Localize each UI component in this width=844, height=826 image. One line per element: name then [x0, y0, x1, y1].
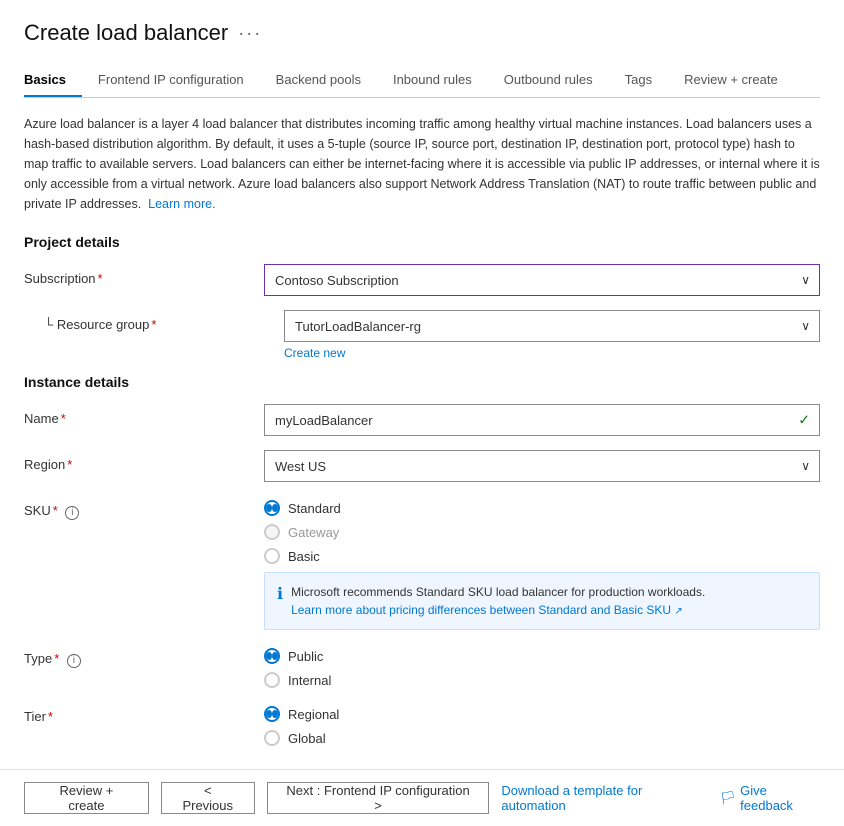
- resource-group-select[interactable]: TutorLoadBalancer-rg: [284, 310, 820, 342]
- page-title-dots: ···: [238, 23, 262, 44]
- tab-frontend-ip[interactable]: Frontend IP configuration: [82, 64, 260, 97]
- type-control: Public Internal: [264, 644, 820, 688]
- region-row: Region* West US: [24, 450, 820, 482]
- page-title-row: Create load balancer ···: [24, 20, 820, 46]
- sku-standard-option[interactable]: Standard: [264, 500, 820, 516]
- tier-row: Tier* Regional Global: [24, 702, 820, 746]
- tier-regional-option[interactable]: Regional: [264, 706, 820, 722]
- type-public-option[interactable]: Public: [264, 648, 820, 664]
- tab-bar: Basics Frontend IP configuration Backend…: [24, 64, 820, 98]
- tab-inbound-rules[interactable]: Inbound rules: [377, 64, 488, 97]
- type-public-radio[interactable]: [264, 648, 280, 664]
- give-feedback-link[interactable]: 🏳 Give feedback: [720, 783, 820, 813]
- create-new-link[interactable]: Create new: [284, 346, 345, 360]
- tier-global-radio[interactable]: [264, 730, 280, 746]
- tab-review-create[interactable]: Review + create: [668, 64, 794, 97]
- name-label: Name*: [24, 404, 264, 426]
- type-row: Type* i Public Internal: [24, 644, 820, 688]
- type-internal-radio[interactable]: [264, 672, 280, 688]
- name-control: ✓: [264, 404, 820, 436]
- sku-info-box: ℹ Microsoft recommends Standard SKU load…: [264, 572, 820, 630]
- sku-label: SKU* i: [24, 496, 264, 520]
- tier-global-option[interactable]: Global: [264, 730, 820, 746]
- type-internal-option[interactable]: Internal: [264, 672, 820, 688]
- sku-learn-more-link[interactable]: Learn more about pricing differences bet…: [291, 603, 683, 617]
- sku-standard-radio[interactable]: [264, 500, 280, 516]
- learn-more-link[interactable]: Learn more.: [148, 197, 215, 211]
- info-box-text: Microsoft recommends Standard SKU load b…: [291, 583, 705, 619]
- footer-links: Download a template for automation 🏳 Giv…: [501, 783, 820, 813]
- type-label: Type* i: [24, 644, 264, 668]
- sku-standard-label: Standard: [288, 501, 341, 516]
- tier-global-label: Global: [288, 731, 326, 746]
- tier-radio-group: Regional Global: [264, 702, 820, 746]
- resource-group-control: TutorLoadBalancer-rg Create new: [284, 310, 820, 360]
- region-control: West US: [264, 450, 820, 482]
- type-radio-group: Public Internal: [264, 644, 820, 688]
- info-box-icon: ℹ: [277, 584, 283, 604]
- sku-info-icon[interactable]: i: [65, 506, 79, 520]
- page-description: Azure load balancer is a layer 4 load ba…: [24, 114, 820, 214]
- sku-radio-group: Standard Gateway Basic: [264, 496, 820, 564]
- region-select-wrapper: West US: [264, 450, 820, 482]
- tab-tags[interactable]: Tags: [609, 64, 668, 97]
- review-create-button[interactable]: Review + create: [24, 782, 149, 814]
- sku-basic-radio[interactable]: [264, 548, 280, 564]
- type-public-label: Public: [288, 649, 323, 664]
- sku-gateway-option[interactable]: Gateway: [264, 524, 820, 540]
- page-title: Create load balancer: [24, 20, 228, 46]
- subscription-control: Contoso Subscription: [264, 264, 820, 296]
- resource-group-select-wrapper: TutorLoadBalancer-rg: [284, 310, 820, 342]
- type-internal-label: Internal: [288, 673, 331, 688]
- name-input[interactable]: [264, 404, 820, 436]
- region-label: Region*: [24, 450, 264, 472]
- sku-basic-option[interactable]: Basic: [264, 548, 820, 564]
- project-details-title: Project details: [24, 234, 820, 250]
- feedback-icon: 🏳: [720, 790, 737, 806]
- name-row: Name* ✓: [24, 404, 820, 436]
- subscription-label: Subscription*: [24, 264, 264, 286]
- footer: Review + create < Previous Next : Fronte…: [0, 769, 844, 826]
- main-content: Create load balancer ··· Basics Frontend…: [0, 0, 844, 769]
- type-info-icon[interactable]: i: [67, 654, 81, 668]
- previous-button[interactable]: < Previous: [161, 782, 255, 814]
- subscription-row: Subscription* Contoso Subscription: [24, 264, 820, 296]
- sku-gateway-label: Gateway: [288, 525, 339, 540]
- sku-control: Standard Gateway Basic ℹ Microsoft recom…: [264, 496, 820, 630]
- sku-gateway-radio[interactable]: [264, 524, 280, 540]
- tab-backend-pools[interactable]: Backend pools: [260, 64, 377, 97]
- tier-regional-radio[interactable]: [264, 706, 280, 722]
- subscription-select[interactable]: Contoso Subscription: [264, 264, 820, 296]
- tier-label: Tier*: [24, 702, 264, 724]
- resource-group-label: └ Resource group*: [44, 310, 284, 332]
- region-select[interactable]: West US: [264, 450, 820, 482]
- tab-outbound-rules[interactable]: Outbound rules: [488, 64, 609, 97]
- download-template-link[interactable]: Download a template for automation: [501, 783, 703, 813]
- name-input-wrapper: ✓: [264, 404, 820, 436]
- ext-link-icon: ↗: [674, 606, 682, 617]
- tier-control: Regional Global: [264, 702, 820, 746]
- instance-details-title: Instance details: [24, 374, 820, 390]
- tier-regional-label: Regional: [288, 707, 339, 722]
- resource-group-row: └ Resource group* TutorLoadBalancer-rg C…: [24, 310, 820, 360]
- next-button[interactable]: Next : Frontend IP configuration >: [267, 782, 490, 814]
- sku-basic-label: Basic: [288, 549, 320, 564]
- name-valid-icon: ✓: [798, 412, 810, 429]
- tab-basics[interactable]: Basics: [24, 64, 82, 97]
- subscription-select-wrapper: Contoso Subscription: [264, 264, 820, 296]
- sku-row: SKU* i Standard Gateway Basic ℹ: [24, 496, 820, 630]
